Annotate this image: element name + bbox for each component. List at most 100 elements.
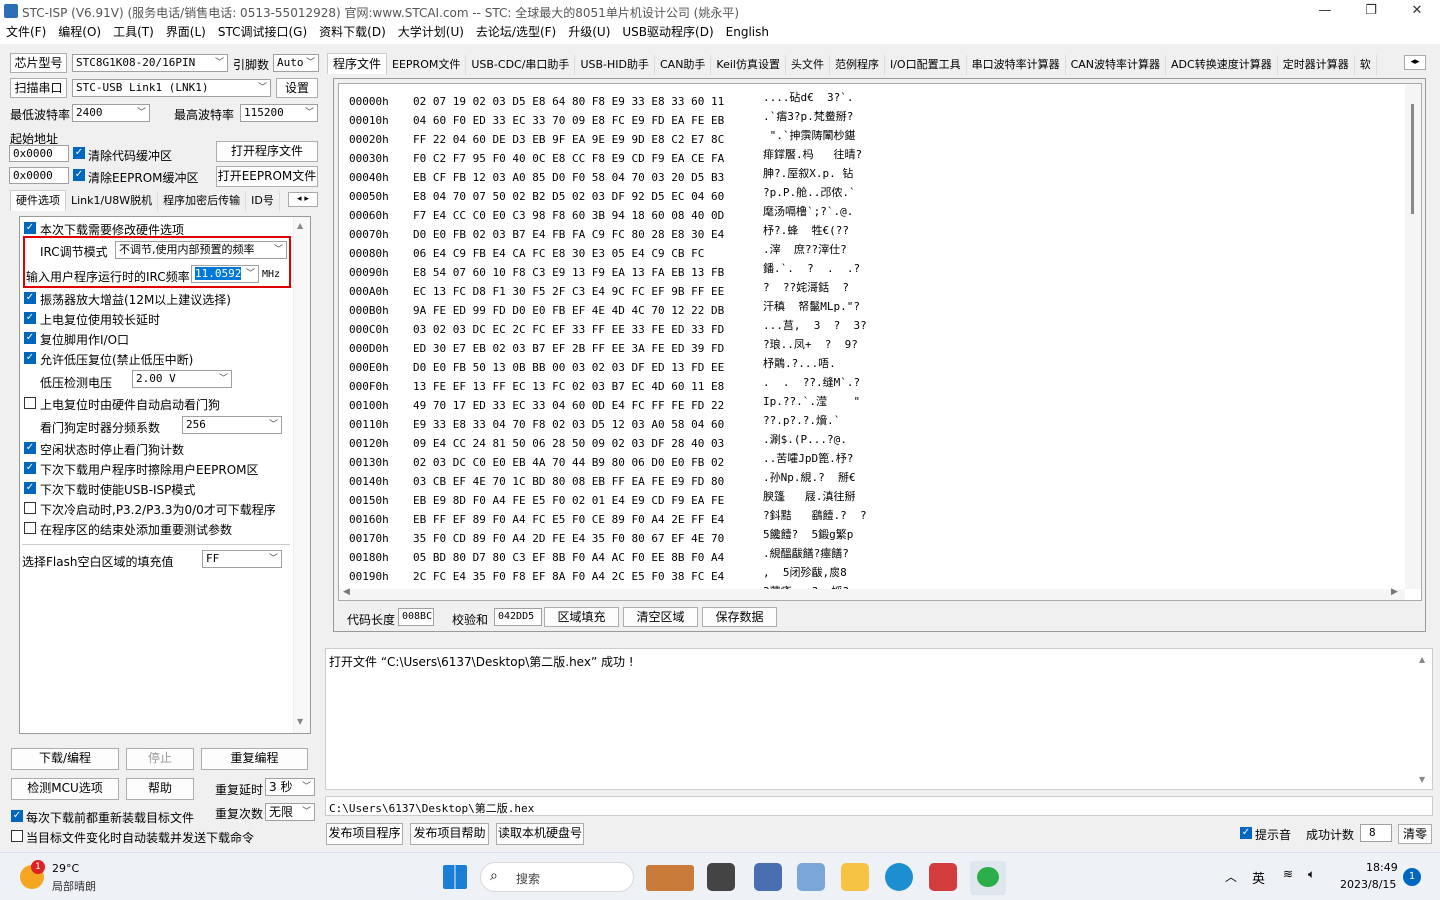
clock-date[interactable]: 2023/8/15	[1340, 878, 1396, 891]
tab-examples[interactable]: 范例程序	[830, 55, 885, 75]
app-icon-1[interactable]	[754, 863, 782, 891]
port-select[interactable]: STC-USB Link1 (LNK1) ﹀	[72, 79, 271, 97]
start-icon[interactable]	[443, 865, 467, 889]
pin-count-select[interactable]: Auto ﹀	[273, 54, 319, 72]
modify-hw-options-checkbox[interactable]: ✓	[24, 222, 36, 234]
volume-icon[interactable]: 🔈︎	[1308, 867, 1315, 882]
cold-start-p32-checkbox[interactable]	[24, 502, 36, 514]
idle-wdt-stop-checkbox[interactable]: ✓	[24, 442, 36, 454]
menu-file[interactable]: 文件(F)	[0, 22, 52, 42]
wifi-icon[interactable]: ≋	[1283, 867, 1293, 881]
file-explorer-icon[interactable]	[841, 863, 869, 891]
stop-button[interactable]: 停止	[126, 748, 194, 770]
menu-upgrade[interactable]: 升级(U)	[562, 22, 616, 42]
task-view-icon[interactable]	[707, 863, 735, 891]
clear-count-button[interactable]: 清零	[1398, 824, 1432, 844]
edge-icon[interactable]	[885, 863, 913, 891]
menu-downloads[interactable]: 资料下载(D)	[313, 22, 392, 42]
tab-more[interactable]: 软	[1355, 55, 1377, 75]
scan-port-button[interactable]: 扫描串口	[10, 78, 67, 98]
read-disk-id-button[interactable]: 读取本机硬盘号	[496, 823, 584, 845]
tab-link1-offline[interactable]: Link1/U8W脱机	[66, 191, 159, 211]
hex-scroll-thumb[interactable]	[1411, 104, 1414, 214]
open-eeprom-file-button[interactable]: 打开EEPROM文件	[216, 166, 318, 187]
tab-timer-calc[interactable]: 定时器计算器	[1278, 55, 1355, 75]
panel-scrollbar[interactable]	[293, 217, 310, 733]
menu-usb-driver[interactable]: USB驱动程序(D)	[616, 22, 719, 42]
stc-icon[interactable]	[929, 863, 957, 891]
scroll-up-icon[interactable]: ▲	[297, 221, 303, 230]
eeprom-start-address-input[interactable]: 0x0000	[9, 167, 69, 184]
tray-chevron-icon[interactable]: ︿	[1225, 868, 1237, 885]
code-start-address-input[interactable]: 0x0000	[9, 145, 69, 162]
repeat-count-select[interactable]: 无限 ﹀	[265, 803, 315, 821]
osc-gain-checkbox[interactable]: ✓	[24, 292, 36, 304]
tab-can-baud[interactable]: CAN波特率计算器	[1066, 55, 1167, 75]
usb-isp-checkbox[interactable]: ✓	[24, 482, 36, 494]
tab-can[interactable]: CAN助手	[655, 55, 712, 75]
irc-frequency-input[interactable]: 11.0592 ﹀	[191, 265, 259, 283]
hex-horizontal-scrollbar[interactable]	[339, 589, 1405, 600]
irc-mode-select[interactable]: 不调节,使用内部预置的频率 ﹀	[115, 241, 287, 259]
scroll-down-icon[interactable]: ▼	[1419, 775, 1425, 784]
wdt-div-select[interactable]: 256 ﹀	[182, 416, 282, 434]
detect-mcu-button[interactable]: 检测MCU选项	[11, 778, 119, 800]
tab-usb-cdc[interactable]: USB-CDC/串口助手	[466, 55, 576, 75]
clear-eeprom-checkbox[interactable]: ✓	[73, 169, 85, 181]
save-data-button[interactable]: 保存数据	[702, 607, 777, 627]
wechat-icon[interactable]	[970, 861, 1006, 895]
clear-area-button[interactable]: 清空区域	[623, 607, 698, 627]
close-button[interactable]: ✕	[1394, 0, 1440, 22]
menu-debug[interactable]: STC调试接口(G)	[212, 22, 313, 42]
download-program-button[interactable]: 下载/编程	[11, 748, 119, 770]
village-widget-icon[interactable]	[646, 865, 694, 891]
scroll-left-icon[interactable]: ◀	[343, 587, 350, 597]
clear-code-checkbox[interactable]: ✓	[73, 147, 85, 159]
photos-icon[interactable]	[797, 863, 825, 891]
help-button[interactable]: 帮助	[126, 778, 194, 800]
menu-view[interactable]: 界面(L)	[160, 22, 212, 42]
menu-forum[interactable]: 去论坛/选型(F)	[470, 22, 562, 42]
erase-eeprom-checkbox[interactable]: ✓	[24, 462, 36, 474]
chip-type-select[interactable]: STC8G1K08-20/16PIN ﹀	[72, 54, 228, 72]
right-tab-scroll-arrows[interactable]: ◂▸	[1404, 55, 1426, 70]
publish-help-button[interactable]: 发布项目帮助	[410, 823, 489, 845]
tab-io-config[interactable]: I/O口配置工具	[885, 55, 967, 75]
min-baud-select[interactable]: 2400 ﹀	[72, 104, 150, 122]
tab-eeprom-file[interactable]: EEPROM文件	[387, 55, 467, 75]
max-baud-select[interactable]: 115200 ﹀	[240, 104, 318, 122]
tab-program-file[interactable]: 程序文件	[327, 53, 388, 74]
test-params-checkbox[interactable]	[24, 522, 36, 534]
low-voltage-reset-checkbox[interactable]: ✓	[24, 352, 36, 364]
lvd-select[interactable]: 2.00 V ﹀	[132, 370, 232, 388]
maximize-button[interactable]: ❐	[1348, 0, 1394, 22]
publish-program-button[interactable]: 发布项目程序	[326, 823, 403, 845]
left-tab-scroll-arrows[interactable]: ◂ ▸	[288, 192, 318, 207]
auto-load-checkbox[interactable]	[11, 830, 23, 842]
wdt-auto-checkbox[interactable]	[24, 397, 36, 409]
tab-header[interactable]: 头文件	[786, 55, 830, 75]
search-box[interactable]: ⌕ 搜索	[480, 862, 634, 892]
repeat-delay-select[interactable]: 3 秒 ﹀	[265, 778, 315, 796]
scroll-down-icon[interactable]: ▼	[297, 717, 303, 726]
scroll-right-icon[interactable]: ▶	[1391, 587, 1398, 597]
repeat-program-button[interactable]: 重复编程	[201, 748, 308, 770]
clock-time[interactable]: 18:49	[1366, 861, 1398, 874]
notification-badge[interactable]: 1	[1403, 868, 1421, 886]
fill-area-button[interactable]: 区域填充	[544, 607, 619, 627]
menu-program[interactable]: 编程(O)	[52, 22, 107, 42]
fill-value-select[interactable]: FF ﹀	[202, 550, 282, 568]
hex-view[interactable]: 00000h 02 07 19 02 03 D5 E8 64 80 F8 E9 3…	[338, 83, 1422, 601]
reset-pin-io-checkbox[interactable]: ✓	[24, 332, 36, 344]
open-program-file-button[interactable]: 打开程序文件	[216, 141, 318, 162]
menu-university[interactable]: 大学计划(U)	[392, 22, 470, 42]
tab-hardware-options[interactable]: 硬件选项	[10, 190, 66, 211]
tab-encrypted-transfer[interactable]: 程序加密后传输	[158, 191, 247, 211]
ime-indicator[interactable]: 英	[1252, 868, 1265, 887]
tab-adc-calc[interactable]: ADC转换速度计算器	[1166, 55, 1278, 75]
long-reset-delay-checkbox[interactable]: ✓	[24, 312, 36, 324]
tab-keil[interactable]: Keil仿真设置	[711, 55, 786, 75]
menu-tools[interactable]: 工具(T)	[107, 22, 160, 42]
minimize-button[interactable]: —	[1302, 0, 1348, 22]
log-panel[interactable]: 打开文件 “C:\Users\6137\Desktop\第二版.hex” 成功 …	[325, 648, 1433, 790]
